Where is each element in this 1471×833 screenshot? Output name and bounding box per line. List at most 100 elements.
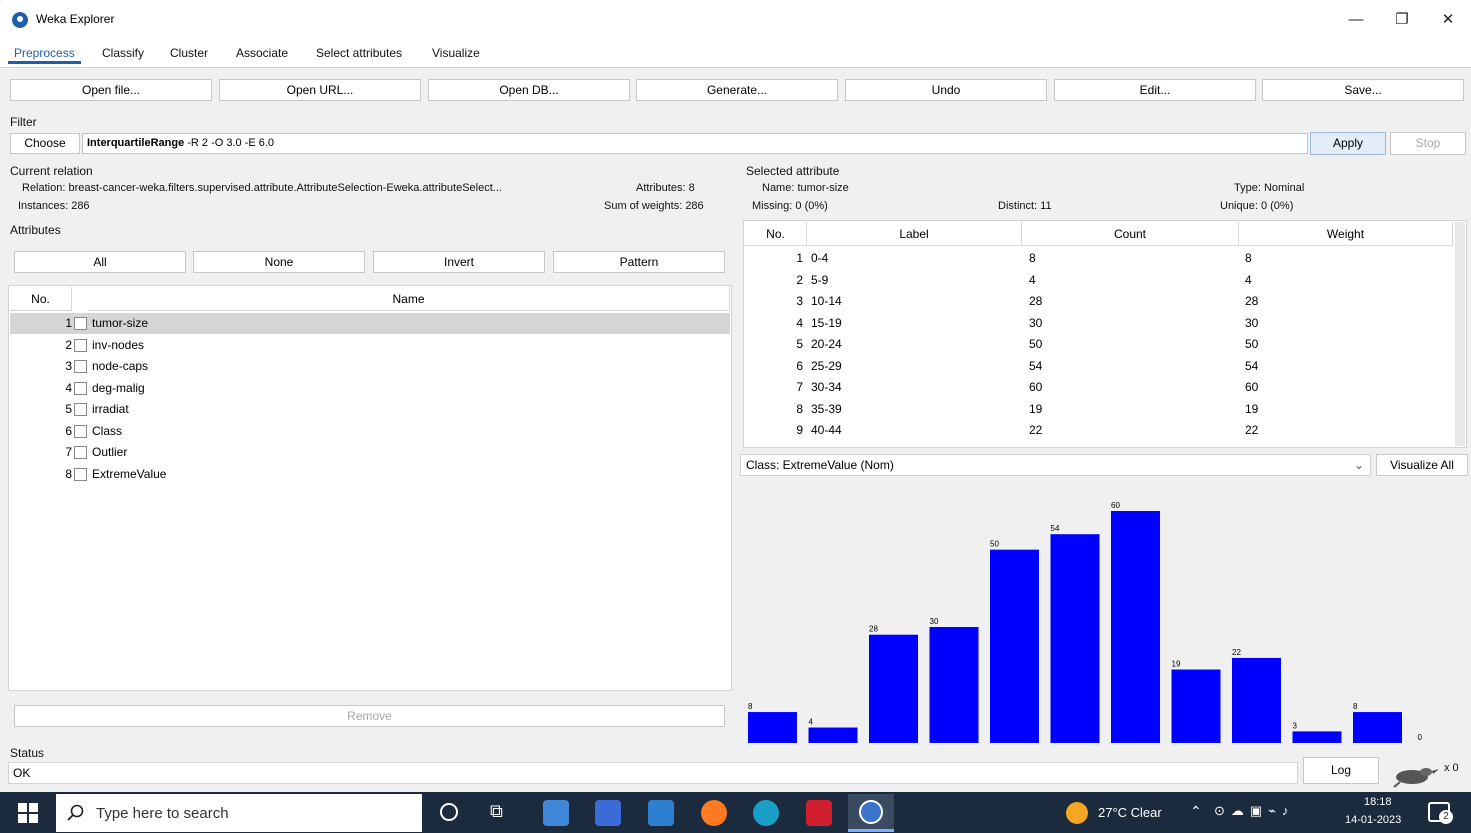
stop-button[interactable]: Stop [1390, 132, 1466, 155]
attribute-checkbox[interactable] [74, 468, 87, 481]
apply-button[interactable]: Apply [1310, 132, 1386, 155]
class-select[interactable]: Class: ExtremeValue (Nom) ⌄ [740, 454, 1371, 476]
weka-bird-icon[interactable] [1388, 760, 1440, 788]
label-row[interactable]: 6 25-29 54 54 [745, 356, 1455, 377]
edit-button[interactable]: Edit... [1054, 79, 1256, 101]
label-row[interactable]: 2 5-9 4 4 [745, 270, 1455, 291]
edge-icon[interactable] [753, 800, 779, 826]
attribute-row[interactable]: 5 irradiat [10, 399, 730, 420]
attribute-row[interactable]: 3 node-caps [10, 356, 730, 377]
remove-button[interactable]: Remove [14, 705, 725, 727]
select-all-button[interactable]: All [14, 251, 186, 273]
tab-preprocess[interactable]: Preprocess [8, 42, 81, 64]
generate-button[interactable]: Generate... [636, 79, 838, 101]
sum-of-weights: Sum of weights: 286 [604, 200, 704, 212]
histogram-bar-label: 19 [1172, 660, 1181, 669]
save-button[interactable]: Save... [1262, 79, 1464, 101]
chevron-down-icon: ⌄ [1353, 458, 1364, 472]
label-row[interactable]: 5 20-24 50 50 [745, 334, 1455, 355]
visualize-all-button[interactable]: Visualize All [1376, 454, 1468, 476]
open-file-button[interactable]: Open file... [10, 79, 212, 101]
attributes-col-name: Name [88, 287, 730, 311]
minimize-button[interactable]: — [1340, 8, 1372, 32]
label-row[interactable]: 7 30-34 60 60 [745, 377, 1455, 398]
label-row[interactable]: 9 40-44 22 22 [745, 420, 1455, 441]
pattern-button[interactable]: Pattern [553, 251, 725, 273]
histogram-bar-label: 4 [809, 718, 814, 727]
undo-button[interactable]: Undo [845, 79, 1047, 101]
filter-options: -R 2 -O 3.0 -E 6.0 [184, 137, 275, 149]
attributes-col-no: No. [10, 287, 72, 311]
relation-name: Relation: breast-cancer-weka.filters.sup… [22, 182, 502, 194]
close-button[interactable]: ✕ [1432, 8, 1464, 32]
task-view-icon[interactable]: ⧉ [490, 801, 503, 822]
label-row[interactable]: 1 0-4 8 8 [745, 248, 1455, 269]
cortana-icon[interactable] [440, 803, 458, 821]
label-col-label: Label [807, 222, 1022, 246]
histogram-bar [1292, 731, 1342, 743]
restore-button[interactable]: ❐ [1386, 8, 1418, 32]
attribute-row[interactable]: 4 deg-malig [10, 378, 730, 399]
attribute-unique: Unique: 0 (0%) [1220, 200, 1294, 212]
histogram-bar [1171, 669, 1221, 743]
attribute-row[interactable]: 1 tumor-size [10, 313, 730, 334]
tray-icons[interactable]: ⊙☁▣⌁♪ [1214, 803, 1295, 819]
open-db-button[interactable]: Open DB... [428, 79, 630, 101]
mail-icon[interactable] [648, 800, 674, 826]
moon-weather-icon [1066, 802, 1088, 824]
tab-select-attributes[interactable]: Select attributes [310, 42, 408, 64]
histogram-bar-label: 8 [748, 702, 753, 711]
attribute-checkbox[interactable] [74, 446, 87, 459]
filter-field[interactable]: InterquartileRange -R 2 -O 3.0 -E 6.0 [82, 133, 1308, 154]
weather-text[interactable]: 27°C Clear [1098, 805, 1162, 820]
log-button[interactable]: Log [1303, 757, 1379, 784]
notification-icon[interactable]: 2 [1428, 802, 1453, 824]
label-table-scrollbar[interactable] [1455, 222, 1465, 446]
tab-visualize[interactable]: Visualize [426, 42, 486, 64]
label-row[interactable]: 4 15-19 30 30 [745, 313, 1455, 334]
status-text: OK [13, 766, 31, 780]
histogram-bar-label: 30 [930, 617, 939, 626]
label-col-no: No. [745, 222, 807, 246]
open-url-button[interactable]: Open URL... [219, 79, 421, 101]
weka-taskbar-button[interactable] [848, 794, 894, 832]
attribute-checkbox[interactable] [74, 382, 87, 395]
current-relation-label: Current relation [10, 164, 93, 178]
histogram-bar-label: 54 [1051, 524, 1060, 533]
clock-date[interactable]: 14-01-2023 [1345, 814, 1401, 826]
histogram-bar [748, 712, 797, 743]
attribute-name: Name: tumor-size [762, 182, 849, 194]
histogram-bar-label: 0 [1418, 733, 1423, 742]
tab-associate[interactable]: Associate [230, 42, 294, 64]
choose-filter-button[interactable]: Choose [10, 133, 80, 154]
attribute-row[interactable]: 8 ExtremeValue [10, 464, 730, 485]
attributes-count: Attributes: 8 [636, 182, 695, 194]
app-icon[interactable] [806, 800, 832, 826]
histogram-bar-label: 60 [1111, 501, 1120, 510]
tab-classify[interactable]: Classify [96, 42, 150, 64]
tab-cluster[interactable]: Cluster [164, 42, 214, 64]
windows-start-icon[interactable] [18, 803, 38, 823]
attribute-checkbox[interactable] [74, 339, 87, 352]
tray-chevron-up-icon[interactable]: ⌃ [1190, 803, 1202, 820]
clock-time[interactable]: 18:18 [1364, 796, 1392, 808]
store-icon[interactable] [595, 800, 621, 826]
firefox-icon[interactable] [701, 800, 727, 826]
taskbar-search-box[interactable]: Type here to search [56, 794, 422, 832]
label-col-count: Count [1022, 222, 1239, 246]
invert-selection-button[interactable]: Invert [373, 251, 545, 273]
label-row[interactable]: 8 35-39 19 19 [745, 399, 1455, 420]
attribute-row[interactable]: 2 inv-nodes [10, 335, 730, 356]
select-none-button[interactable]: None [193, 251, 365, 273]
attribute-checkbox[interactable] [74, 317, 87, 330]
histogram-bar-label: 50 [990, 540, 999, 549]
attribute-row[interactable]: 6 Class [10, 421, 730, 442]
attribute-checkbox[interactable] [74, 360, 87, 373]
histogram-bar [869, 634, 918, 743]
search-placeholder: Type here to search [96, 805, 229, 822]
attribute-checkbox[interactable] [74, 403, 87, 416]
label-row[interactable]: 3 10-14 28 28 [745, 291, 1455, 312]
attribute-checkbox[interactable] [74, 425, 87, 438]
attribute-row[interactable]: 7 Outlier [10, 442, 730, 463]
file-explorer-icon[interactable] [543, 800, 569, 826]
